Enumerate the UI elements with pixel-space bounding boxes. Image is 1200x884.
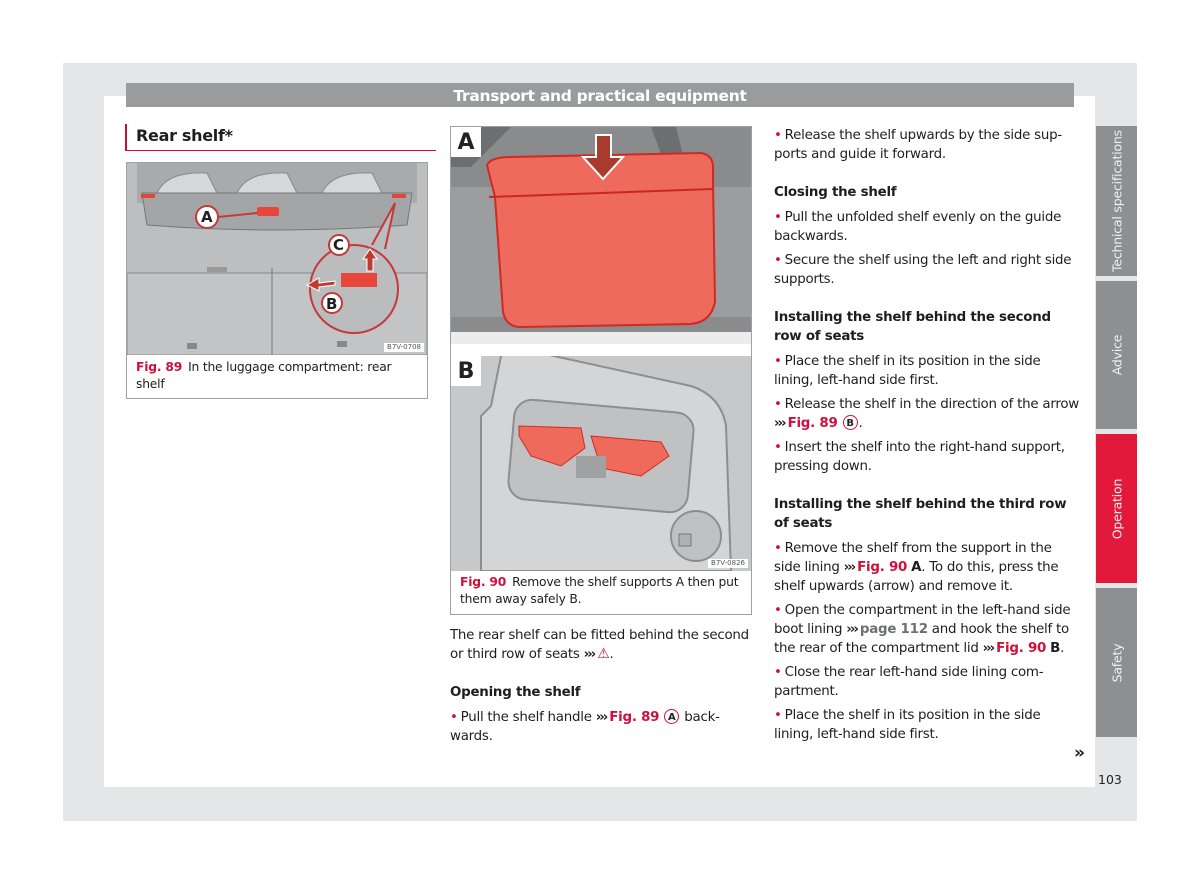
figure-link[interactable]: Fig. 89 [788,416,838,431]
cross-ref-arrow-icon: ››› [774,416,786,431]
callout-marker: A [664,709,680,724]
bullet-icon: • [774,603,782,618]
bullet-icon: • [774,128,782,143]
image-code: B7V-0708 [384,343,424,352]
bullet-icon: • [450,710,458,725]
boot-lining-compartment-drawing [451,356,751,571]
panel-letter-a: A [451,127,481,157]
list-item: • Pull the unfolded shelf evenly on the g… [774,210,1062,244]
bullet-icon: • [774,541,782,556]
shelf-support-drawing [451,127,751,344]
closing-heading: Closing the shelf [774,185,897,200]
figure-link[interactable]: Fig. 89 [609,710,659,725]
figure-link[interactable]: Fig. 90 [996,641,1046,656]
warning-icon[interactable]: ⚠ [597,646,610,662]
tab-safety[interactable]: Safety [1096,588,1137,737]
page-link[interactable]: page 112 [860,622,928,637]
list-item: • Place the shelf in its position in the … [774,708,1041,742]
bullet-icon: • [774,253,782,268]
second-row-heading: Installing the shelf behind the second r… [774,310,1051,344]
figure-caption: Fig. 90 Remove the shelf supports A then … [460,574,743,608]
cross-ref-arrow-icon: ››› [583,647,596,662]
tab-technical-specifications[interactable]: Technical specifications [1096,126,1137,276]
bullet-icon: • [774,708,782,723]
bullet-icon: • [774,210,782,225]
tab-operation[interactable]: Operation [1096,434,1137,583]
page-number: 103 [1098,772,1122,787]
opening-heading: Opening the shelf [450,685,581,700]
continued-icon: » [1074,743,1085,763]
list-item: • Release the shelf upwards by the side s… [774,128,1063,162]
callout-marker: B [842,415,858,430]
figure-89: A B C B7V-0708 Fig. 89 In the luggage com… [126,162,428,399]
callout-a: A [201,208,213,226]
list-item: • Release the shelf in the direction of t… [774,397,1079,431]
list-item: • Open the compartment in the left-hand s… [774,603,1071,656]
cross-ref-arrow-icon: ››› [846,622,858,637]
callout-c: C [333,236,345,254]
callout-b: B [326,295,338,313]
figure-number: Fig. 90 [460,575,507,589]
third-row-heading: Installing the shelf behind the third ro… [774,497,1067,531]
list-item: • Remove the shelf from the support in th… [774,541,1059,594]
chapter-header: Transport and practical equipment [126,83,1074,107]
rear-shelf-drawing [127,163,427,355]
column-2-text: The rear shelf can be fitted behind the … [450,626,750,746]
cross-ref-arrow-icon: ››› [982,641,995,656]
panel-a-illustration: A [451,127,751,344]
panel-b-illustration: B B7V-0826 [451,356,751,571]
figure-number: Fig. 89 [136,360,183,374]
list-item: • Pull the shelf handle ››› Fig. 89 A back… [450,709,720,744]
list-item: • Close the rear left-hand side lining co… [774,665,1044,699]
image-code: B7V-0826 [708,559,748,568]
list-item: • Secure the shelf using the left and rig… [774,253,1072,287]
section-title: Rear shelf* [125,124,436,151]
bullet-icon: • [774,354,782,369]
figure-link[interactable]: Fig. 90 [857,560,907,575]
intro-paragraph: The rear shelf can be fitted behind the … [450,628,749,662]
bullet-icon: • [774,665,782,680]
cross-ref-arrow-icon: ››› [595,710,608,725]
cross-ref-arrow-icon: ››› [843,560,856,575]
bullet-icon: • [774,397,782,412]
figure-90: A B B7V-0826 Fig. 90 Remove the shelf sup… [450,126,752,615]
figure-caption: Fig. 89 In the luggage compartment: rear … [136,359,419,393]
luggage-compartment-illustration: A B C B7V-0708 [127,163,427,355]
bullet-icon: • [774,440,782,455]
panel-letter-b: B [451,356,481,386]
list-item: • Insert the shelf into the right-hand su… [774,440,1065,474]
list-item: • Place the shelf in its position in the … [774,354,1041,388]
tab-advice[interactable]: Advice [1096,281,1137,429]
column-3-text: • Release the shelf upwards by the side s… [774,126,1079,744]
